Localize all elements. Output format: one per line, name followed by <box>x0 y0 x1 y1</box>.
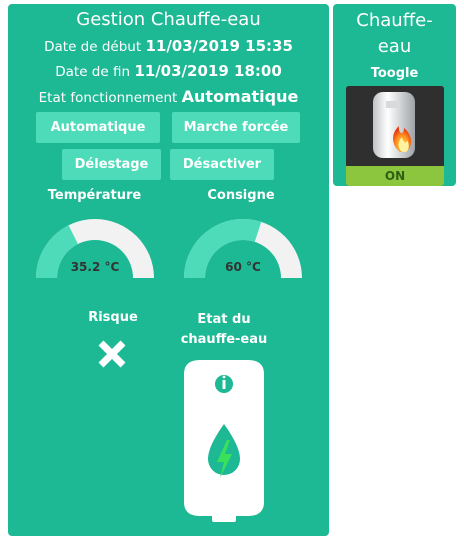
toggle-subtitle: Toogle <box>370 66 419 81</box>
start-date-row: Date de début 11/03/2019 15:35 <box>8 37 329 55</box>
end-date-label: Date de fin <box>55 64 131 80</box>
temperature-value: 35.2 °C <box>70 260 120 274</box>
disable-button[interactable]: Désactiver <box>170 149 274 180</box>
risk-label: Risque <box>88 310 138 325</box>
start-date-value: 11/03/2019 15:35 <box>145 37 293 55</box>
toggle-panel-title: Chauffe- eau <box>333 8 456 60</box>
water-heater-panel: Gestion Chauffe-eau Date de début 11/03/… <box>8 4 329 536</box>
water-heater-icon <box>184 360 264 522</box>
toggle-title-line2: eau <box>377 36 412 57</box>
temperature-label: Température <box>47 188 142 203</box>
setpoint-label: Consigne <box>207 188 275 203</box>
panel-title: Gestion Chauffe-eau <box>76 9 261 30</box>
close-icon <box>98 340 126 368</box>
start-date-label: Date de début <box>44 39 142 55</box>
end-date-row: Date de fin 11/03/2019 18:00 <box>8 62 329 80</box>
state-value: Automatique <box>181 87 299 106</box>
automatic-button[interactable]: Automatique <box>36 112 160 143</box>
forced-mode-button[interactable]: Marche forcée <box>172 112 300 143</box>
setpoint-value: 60 °C <box>225 260 261 274</box>
heater-state-label-line2: chauffe-eau <box>180 332 268 347</box>
toggle-state-label: ON <box>384 169 406 183</box>
load-shedding-button[interactable]: Délestage <box>62 149 161 180</box>
state-row: Etat fonctionnement Automatique <box>8 87 329 106</box>
heater-state-label-line1: Etat du <box>197 312 251 327</box>
water-heater-toggle[interactable]: ON <box>346 86 444 186</box>
toggle-title-line1: Chauffe- <box>356 10 433 31</box>
state-label: Etat fonctionnement <box>38 90 178 106</box>
end-date-value: 11/03/2019 18:00 <box>134 62 282 80</box>
heater-state-label: Etat du chauffe-eau <box>168 310 280 350</box>
toggle-panel: Chauffe- eau Toogle ON <box>333 4 456 186</box>
